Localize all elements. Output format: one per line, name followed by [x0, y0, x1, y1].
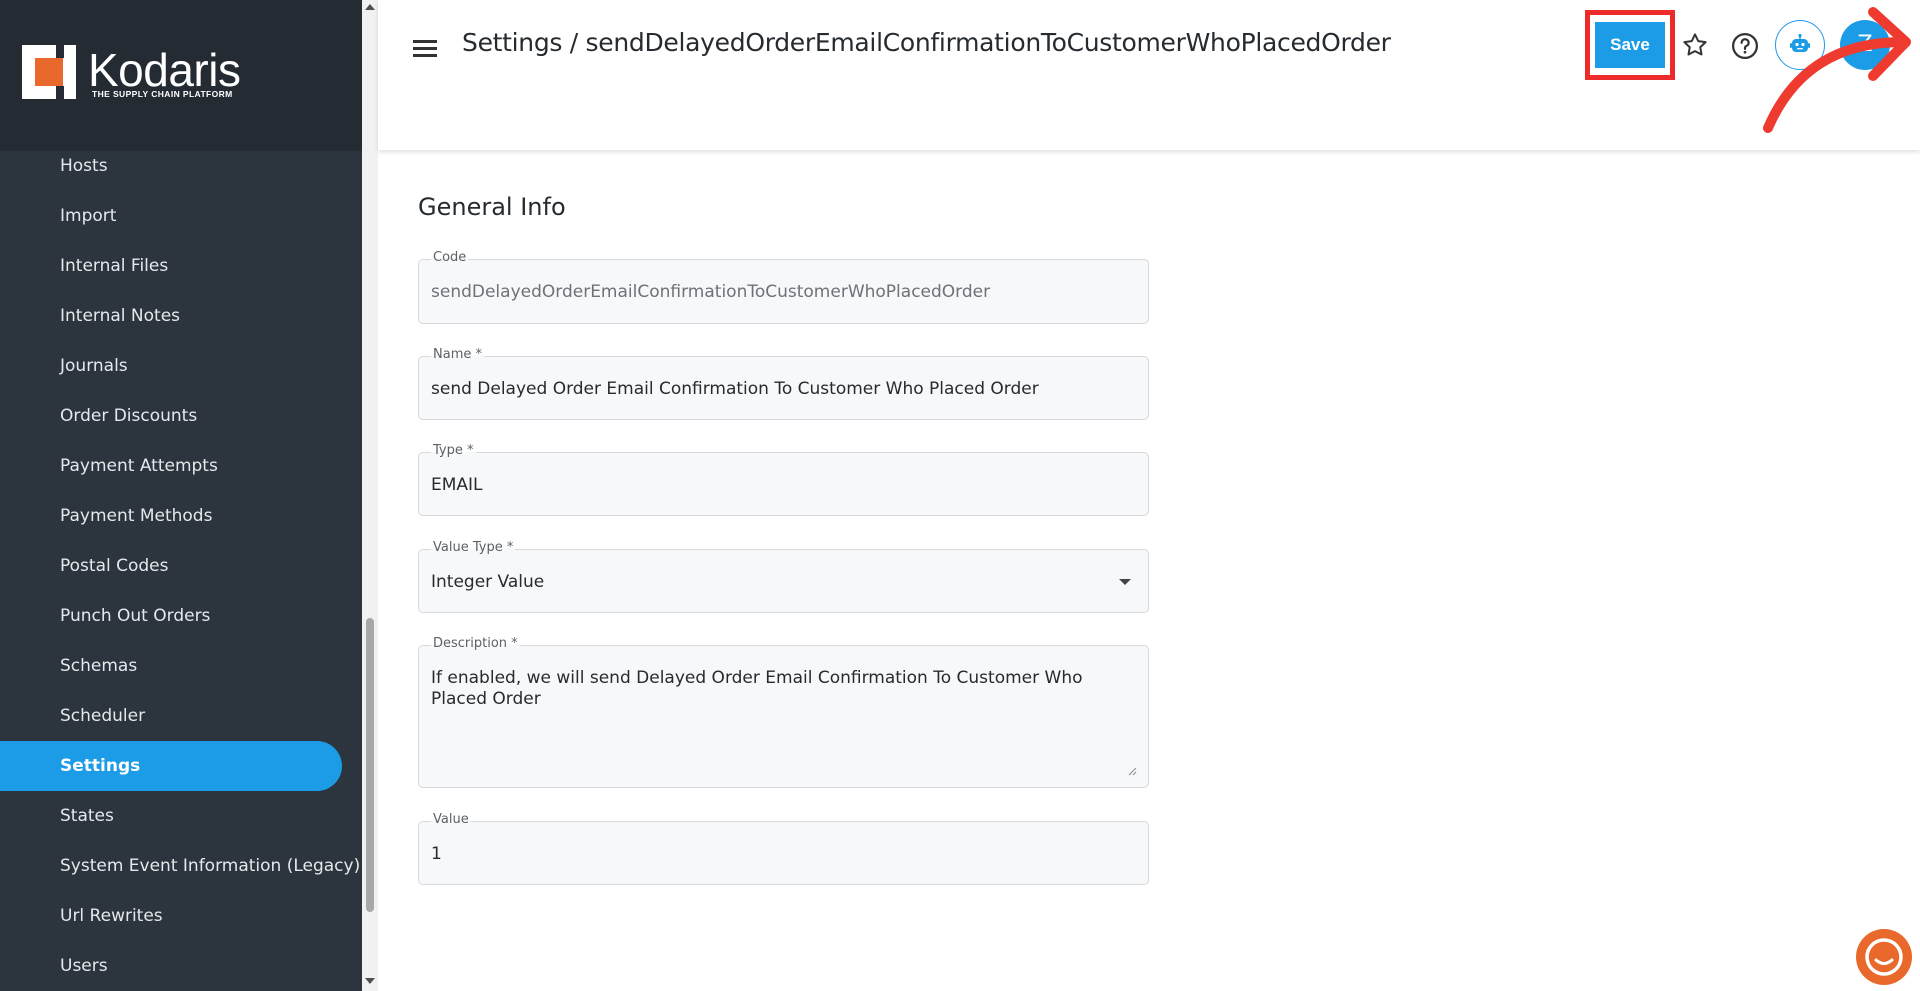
scroll-down-arrow-icon[interactable] [365, 978, 375, 984]
value-value: 1 [431, 844, 442, 864]
sidebar-item-payment-attempts[interactable]: Payment Attempts [0, 441, 342, 491]
menu-icon[interactable] [410, 34, 440, 62]
value-type-value: Integer Value [431, 572, 545, 592]
sidebar: Kodaris THE SUPPLY CHAIN PLATFORM Hosts I… [0, 0, 362, 991]
annotation-arrow-icon [1763, 7, 1911, 133]
sidebar-item-settings[interactable]: Settings [0, 741, 342, 791]
type-field[interactable]: Type * EMAIL [418, 443, 1149, 516]
sidebar-nav: Hosts Import Internal Files Internal Notes J… [0, 141, 362, 991]
sidebar-item-users[interactable]: Users [0, 941, 342, 991]
section-title: General Info [418, 193, 566, 221]
name-label: Name * [431, 347, 484, 362]
sidebar-item-schemas[interactable]: Schemas [0, 641, 342, 691]
type-value: EMAIL [431, 475, 483, 495]
value-type-select[interactable]: Value Type * Integer Value [418, 540, 1149, 613]
sidebar-item-internal-notes[interactable]: Internal Notes [0, 291, 342, 341]
sidebar-item-internal-files[interactable]: Internal Files [0, 241, 342, 291]
value-label: Value [431, 812, 471, 827]
sidebar-item-hosts[interactable]: Hosts [0, 141, 342, 191]
page-title: Settings / sendDelayedOrderEmailConfirma… [462, 28, 1391, 57]
logo[interactable]: Kodaris THE SUPPLY CHAIN PLATFORM [0, 0, 362, 151]
logo-wordmark: Kodaris [88, 44, 241, 96]
description-value: If enabled, we will send Delayed Order E… [431, 668, 1083, 709]
sidebar-item-states[interactable]: States [0, 791, 342, 841]
logo-tagline: THE SUPPLY CHAIN PLATFORM [92, 89, 233, 99]
description-textarea[interactable]: Description * If enabled, we will send D… [418, 636, 1149, 788]
sidebar-item-journals[interactable]: Journals [0, 341, 342, 391]
code-value: sendDelayedOrderEmailConfirmationToCusto… [431, 282, 991, 302]
sidebar-item-order-discounts[interactable]: Order Discounts [0, 391, 342, 441]
sidebar-item-url-rewrites[interactable]: Url Rewrites [0, 891, 342, 941]
resize-handle-icon[interactable] [1128, 767, 1137, 776]
kodaris-logo-mark [22, 45, 76, 99]
sidebar-item-punch-out-orders[interactable]: Punch Out Orders [0, 591, 342, 641]
code-field[interactable]: Code sendDelayedOrderEmailConfirmationTo… [418, 250, 1149, 324]
sidebar-item-payment-methods[interactable]: Payment Methods [0, 491, 342, 541]
sidebar-item-scheduler[interactable]: Scheduler [0, 691, 342, 741]
type-label: Type * [431, 443, 476, 458]
value-field[interactable]: Value 1 [418, 812, 1149, 885]
top-header: Settings / sendDelayedOrderEmailConfirma… [378, 0, 1920, 150]
code-label: Code [431, 250, 469, 265]
chat-button[interactable] [1856, 929, 1912, 985]
sidebar-item-postal-codes[interactable]: Postal Codes [0, 541, 342, 591]
name-field[interactable]: Name * send Delayed Order Email Confirma… [418, 347, 1149, 420]
star-icon[interactable] [1680, 30, 1710, 60]
value-type-label: Value Type * [431, 540, 516, 555]
sidebar-scrollbar-thumb[interactable] [366, 618, 374, 912]
sidebar-item-import[interactable]: Import [0, 191, 342, 241]
sidebar-item-system-event-information-legacy[interactable]: System Event Information (Legacy) [0, 841, 360, 891]
scroll-up-arrow-icon[interactable] [365, 4, 375, 10]
chat-icon [1865, 938, 1903, 976]
chevron-down-icon[interactable] [1119, 579, 1131, 585]
description-label: Description * [431, 636, 520, 651]
name-value: send Delayed Order Email Confirmation To… [431, 379, 1039, 399]
save-button[interactable]: Save [1595, 19, 1665, 71]
